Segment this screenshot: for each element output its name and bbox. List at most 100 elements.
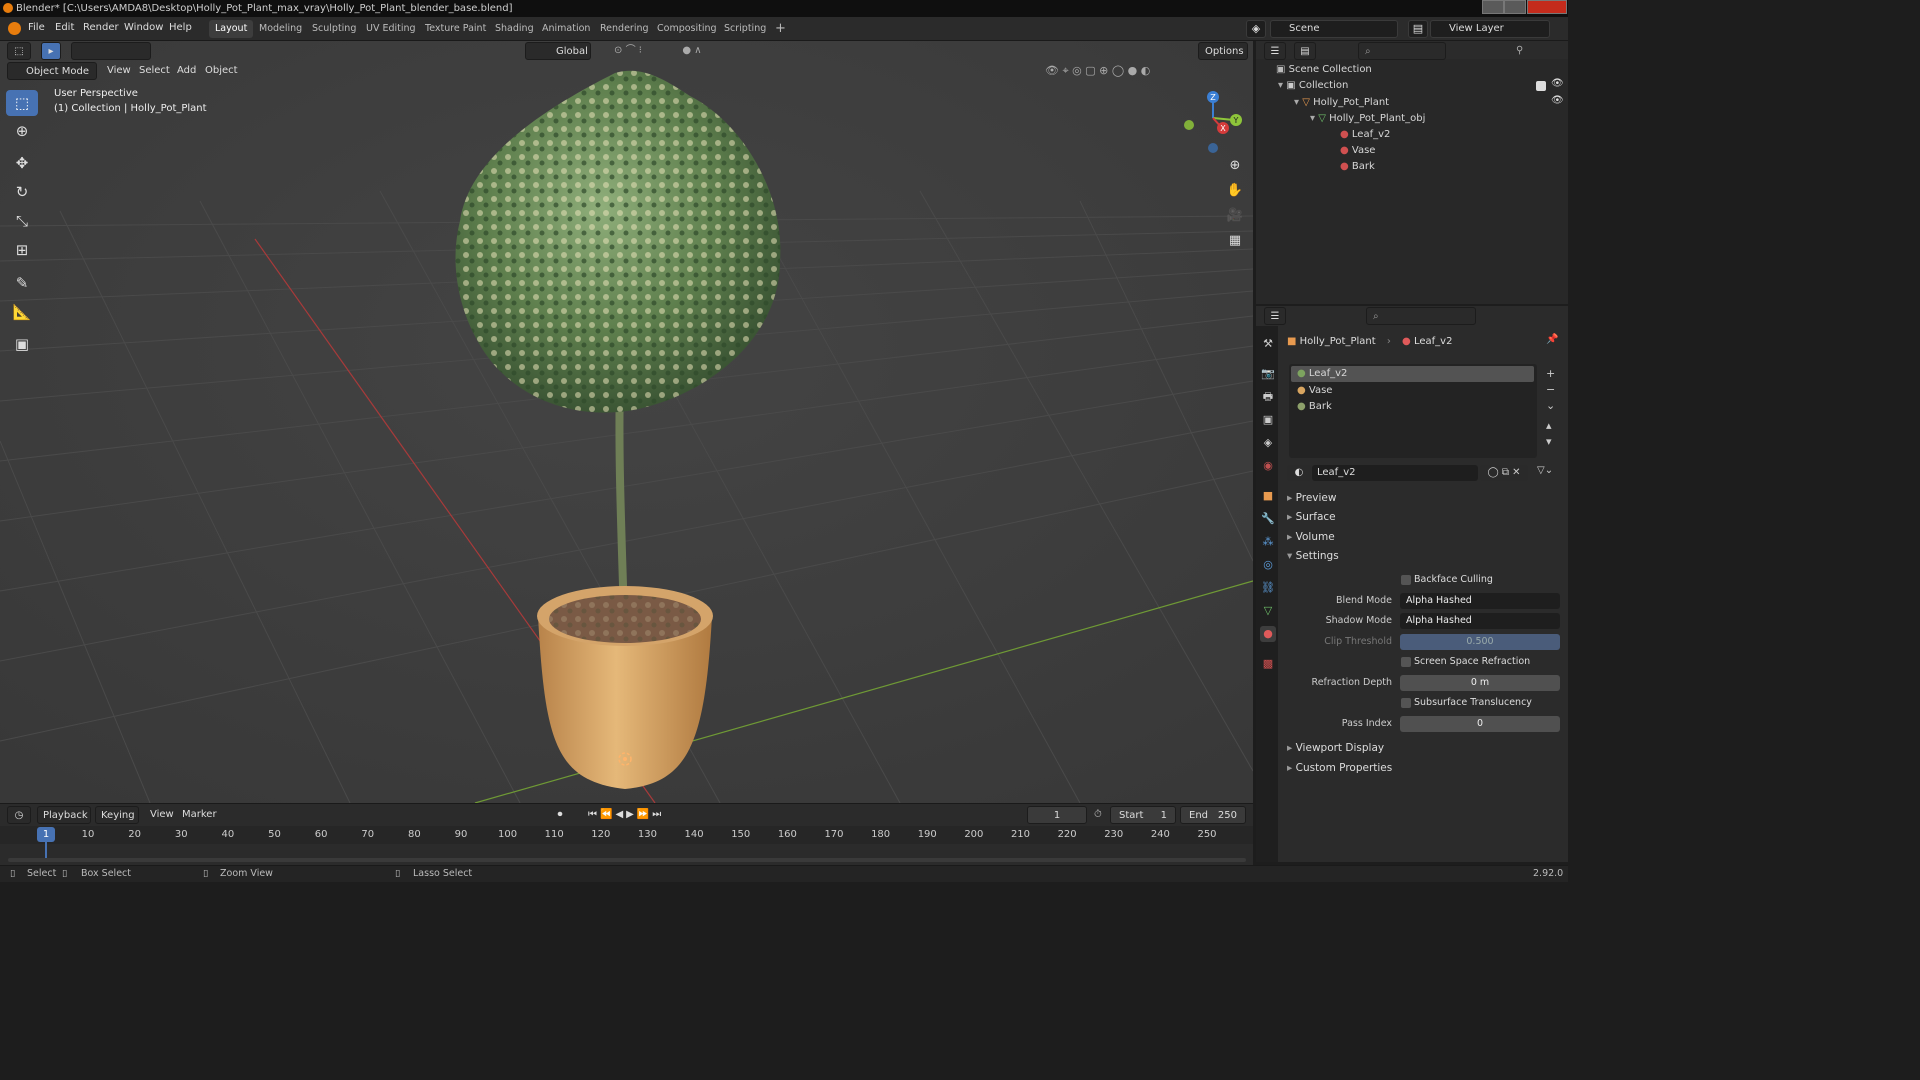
panel-viewport-display[interactable]: ▸ Viewport Display — [1287, 739, 1384, 757]
menu-help[interactable]: Help — [169, 22, 192, 33]
material-tab-icon[interactable]: ● — [1260, 626, 1276, 642]
render-tab-icon[interactable]: 📷 — [1260, 366, 1276, 382]
outliner-search-input[interactable]: ⌕ — [1358, 42, 1446, 60]
end-frame-field[interactable]: End 250 — [1180, 806, 1246, 824]
grid-perspective-icon[interactable]: ▦ — [1224, 230, 1246, 252]
screen-space-refraction-checkbox[interactable] — [1401, 657, 1411, 667]
minimize-button[interactable] — [1482, 0, 1504, 14]
close-button[interactable] — [1527, 0, 1567, 14]
remove-slot-button[interactable]: − — [1546, 382, 1555, 398]
pan-hand-icon[interactable]: ✋ — [1224, 180, 1246, 202]
filter-icon[interactable]: ⚲ — [1516, 42, 1536, 60]
material-slot[interactable]: ● Vase — [1297, 383, 1332, 399]
pin-icon[interactable]: 📌 — [1546, 334, 1558, 345]
panel-surface[interactable]: ▸ Surface — [1287, 508, 1336, 526]
eye-icon[interactable]: 👁 — [1551, 78, 1564, 89]
annotate-tool-icon[interactable]: ✎ — [6, 270, 38, 296]
playback-controls[interactable]: ⏮⏪◀▶⏩⏭ — [588, 806, 683, 824]
collection-exclude-checkbox[interactable] — [1536, 81, 1546, 91]
blend-mode-dropdown[interactable]: Alpha Hashed — [1400, 593, 1560, 609]
outliner-editor-icon[interactable]: ☰ — [1264, 42, 1286, 60]
transform-tool-icon[interactable]: ⊞ — [6, 237, 38, 263]
cursor-tool-icon[interactable]: ⊕ — [6, 118, 38, 144]
constraints-tab-icon[interactable]: ⛓ — [1260, 580, 1276, 596]
tab-modeling[interactable]: Modeling — [253, 20, 308, 38]
maximize-button[interactable] — [1504, 0, 1526, 14]
3d-viewport[interactable] — [0, 41, 1253, 803]
proportional-edit-icon[interactable]: ● ∧ — [672, 42, 712, 60]
particles-tab-icon[interactable]: ⁂ — [1260, 534, 1276, 550]
viewport-shading-icons[interactable]: 👁 ⌖ ◎ ▢ ⊕ ◯ ● ◐ — [1045, 62, 1245, 80]
material-link-icon[interactable]: ▽⌄ — [1537, 465, 1553, 476]
physics-tab-icon[interactable]: ◎ — [1260, 557, 1276, 573]
mode-dropdown[interactable]: Object Mode — [7, 62, 97, 80]
playback-menu[interactable]: Playback — [37, 806, 91, 824]
transform-orientation-dropdown[interactable]: Global — [525, 42, 591, 60]
tab-layout[interactable]: Layout — [209, 20, 254, 38]
select-tool-icon[interactable]: ▸ — [41, 42, 61, 60]
outliner-material[interactable]: ● Bark — [1340, 159, 1375, 175]
move-up-icon[interactable]: ▴ — [1546, 418, 1555, 434]
clip-threshold-slider[interactable]: 0.500 — [1400, 634, 1560, 650]
menu-view[interactable]: View — [107, 62, 131, 80]
add-workspace-button[interactable]: + — [769, 20, 792, 38]
pass-index-field[interactable]: 0 — [1400, 716, 1560, 732]
scene-selector[interactable]: Scene — [1270, 20, 1398, 38]
material-slot[interactable]: ● Leaf_v2 — [1297, 366, 1347, 382]
zoom-icon[interactable]: ⊕ — [1224, 155, 1246, 177]
timeline-scrollbar[interactable] — [8, 858, 1246, 862]
slot-specials-icon[interactable]: ⌄ — [1546, 398, 1555, 414]
outliner-material[interactable]: ● Leaf_v2 — [1340, 127, 1390, 143]
panel-custom-properties[interactable]: ▸ Custom Properties — [1287, 759, 1392, 777]
add-cube-tool-icon[interactable]: ▣ — [6, 331, 38, 357]
tab-sculpting[interactable]: Sculpting — [306, 20, 362, 38]
output-tab-icon[interactable]: 🖶 — [1260, 389, 1276, 405]
scale-tool-icon[interactable]: ⤡ — [6, 208, 38, 234]
current-frame-field[interactable]: 1 — [1027, 806, 1087, 824]
material-name-field[interactable]: Leaf_v2 — [1312, 465, 1478, 481]
outliner-scene-collection[interactable]: ▣ Scene Collection — [1276, 62, 1372, 78]
timeline[interactable]: ◷ Playback Keying View Marker ⏺ ⏮⏪◀▶⏩⏭ 1… — [0, 803, 1253, 865]
outliner-collection[interactable]: ▾ ▣ Collection — [1278, 78, 1348, 94]
tab-compositing[interactable]: Compositing — [651, 20, 723, 38]
keying-menu[interactable]: Keying — [95, 806, 139, 824]
object-tab-icon[interactable]: ■ — [1260, 488, 1276, 504]
measure-tool-icon[interactable]: 📐 — [6, 299, 38, 325]
timeline-view-menu[interactable]: View — [150, 806, 174, 824]
material-browse-icon[interactable]: ◐ — [1287, 465, 1311, 481]
panel-settings[interactable]: ▾ Settings — [1287, 547, 1339, 565]
menu-file[interactable]: File — [28, 22, 45, 33]
outliner-material[interactable]: ● Vase — [1340, 143, 1375, 159]
tab-animation[interactable]: Animation — [536, 20, 596, 38]
marker-menu[interactable]: Marker — [182, 806, 217, 824]
move-tool-icon[interactable]: ✥ — [6, 150, 38, 176]
eye-icon[interactable]: 👁 — [1551, 95, 1564, 106]
menu-select[interactable]: Select — [139, 62, 170, 80]
world-tab-icon[interactable]: ◉ — [1260, 458, 1276, 474]
modifier-tab-icon[interactable]: 🔧 — [1260, 511, 1276, 527]
selection-mode-buttons[interactable] — [71, 42, 151, 60]
tab-texture-paint[interactable]: Texture Paint — [419, 20, 492, 38]
texture-tab-icon[interactable]: ▩ — [1260, 656, 1276, 672]
tool-tab-icon[interactable]: ⚒ — [1260, 336, 1276, 352]
material-slot[interactable]: ● Bark — [1297, 399, 1332, 415]
menu-edit[interactable]: Edit — [55, 22, 74, 33]
menu-render[interactable]: Render — [83, 22, 119, 33]
menu-window[interactable]: Window — [124, 22, 163, 33]
tab-rendering[interactable]: Rendering — [594, 20, 655, 38]
editor-type-icon[interactable]: ⬚ — [7, 42, 31, 60]
start-frame-field[interactable]: Start 1 — [1110, 806, 1176, 824]
panel-volume[interactable]: ▸ Volume — [1287, 528, 1335, 546]
menu-add[interactable]: Add — [177, 62, 196, 80]
timeline-editor-icon[interactable]: ◷ — [7, 806, 31, 824]
view-layer-tab-icon[interactable]: ▣ — [1260, 412, 1276, 428]
refraction-depth-field[interactable]: 0 m — [1400, 675, 1560, 691]
outliner-object[interactable]: ▾ ▽ Holly_Pot_Plant — [1294, 95, 1389, 111]
options-dropdown[interactable]: Options — [1198, 42, 1248, 60]
properties-search-input[interactable]: ⌕ — [1366, 307, 1476, 325]
subsurface-translucency-checkbox[interactable] — [1401, 698, 1411, 708]
view-layer-selector[interactable]: View Layer — [1430, 20, 1550, 38]
pivot-snap-icons[interactable]: ⊙ ⌒ ⁝ — [598, 42, 658, 60]
shadow-mode-dropdown[interactable]: Alpha Hashed — [1400, 613, 1560, 629]
menu-object[interactable]: Object — [205, 62, 238, 80]
